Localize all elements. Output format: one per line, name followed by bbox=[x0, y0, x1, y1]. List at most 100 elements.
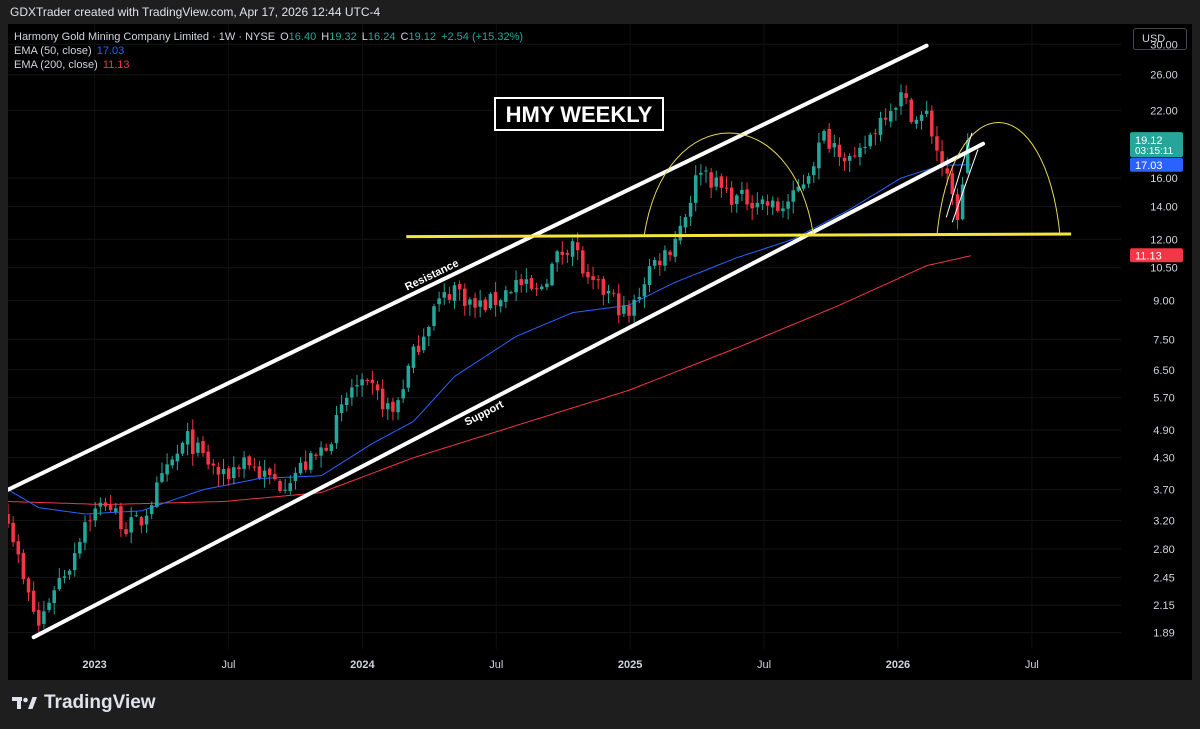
legend-high: 19.32 bbox=[329, 31, 357, 43]
candle-body bbox=[883, 117, 888, 120]
legend-ema50-row[interactable]: EMA (50, close) 17.03 bbox=[14, 45, 126, 57]
candle-body bbox=[699, 172, 703, 175]
candle-body bbox=[468, 299, 472, 305]
legend-ema50-label: EMA (50, close) bbox=[14, 45, 92, 57]
candle-body bbox=[581, 250, 585, 274]
candle-body bbox=[878, 117, 883, 135]
candle-body bbox=[160, 473, 164, 482]
right-shoulder-arc bbox=[936, 122, 1061, 236]
price-tick-label: 12.00 bbox=[1150, 234, 1178, 246]
chart-title: HMY WEEKLY bbox=[506, 102, 653, 127]
legend-symbol: Harmony Gold Mining Company Limited · 1W… bbox=[14, 31, 276, 43]
candle-body bbox=[745, 189, 749, 205]
candle-body bbox=[88, 520, 92, 522]
candle-body bbox=[914, 119, 919, 124]
candle-body bbox=[642, 284, 647, 297]
time-tick-label: 2023 bbox=[82, 659, 106, 671]
price-tick-label: 3.70 bbox=[1153, 485, 1174, 497]
candle-body bbox=[180, 442, 185, 454]
price-tick-label: 16.00 bbox=[1150, 173, 1178, 185]
candle-body bbox=[72, 553, 77, 571]
price-tick-label: 4.90 bbox=[1153, 425, 1174, 437]
candle-body bbox=[324, 447, 328, 451]
candle-body bbox=[175, 453, 180, 462]
candle-body bbox=[278, 481, 282, 491]
header-attribution: GDXTrader created with TradingView.com, … bbox=[10, 5, 381, 19]
candle-body bbox=[709, 172, 713, 188]
candle-body bbox=[714, 177, 719, 187]
candle-body bbox=[314, 454, 318, 456]
bar-countdown: 03:15:11 bbox=[1135, 146, 1174, 157]
price-tick-label: 10.50 bbox=[1150, 263, 1178, 275]
candle-body bbox=[627, 305, 631, 316]
candle-body bbox=[724, 187, 729, 189]
candle-body bbox=[945, 168, 949, 174]
candle-body bbox=[267, 468, 272, 476]
candle-body bbox=[124, 529, 128, 535]
candle-body bbox=[498, 300, 503, 307]
candle-body bbox=[119, 506, 123, 530]
candle-body bbox=[421, 336, 426, 351]
candle-body bbox=[647, 266, 652, 286]
time-tick-label: 2024 bbox=[350, 659, 375, 671]
candle-body bbox=[924, 110, 929, 114]
candle-body bbox=[873, 133, 878, 135]
candle-body bbox=[488, 293, 493, 309]
candle-body bbox=[539, 286, 544, 290]
candle-body bbox=[108, 505, 113, 510]
chart-panel[interactable]: Resistance Support 30.00 26.00 22.00 19.12 03… bbox=[8, 24, 1192, 680]
candle-body bbox=[519, 279, 523, 286]
candle-body bbox=[529, 277, 534, 289]
candle-body bbox=[663, 250, 667, 266]
price-axis[interactable]: 30.0026.0022.0019.1203:15:1117.0316.0014… bbox=[1130, 39, 1183, 640]
legend-ema200-row[interactable]: EMA (200, close) 11.13 bbox=[14, 59, 132, 71]
candle-body bbox=[863, 146, 867, 148]
candle-body bbox=[688, 202, 693, 217]
candle-body bbox=[637, 296, 642, 299]
tradingview-brand: TradingView bbox=[44, 692, 156, 713]
candle-body bbox=[735, 195, 739, 205]
candle-body bbox=[62, 576, 67, 578]
candle-body bbox=[606, 290, 611, 294]
candle-body bbox=[386, 403, 390, 410]
price-tick-label: 2.80 bbox=[1153, 544, 1174, 556]
candle-body bbox=[47, 602, 51, 610]
candle-body bbox=[894, 108, 898, 110]
time-axis[interactable]: 2023 Jul 2024 Jul 2025 Jul 2026 Jul bbox=[82, 659, 1039, 671]
tradingview-logo-icon bbox=[12, 697, 37, 709]
price-chart[interactable]: ResistanceSupport 30.0026.0022.0019.1203… bbox=[8, 24, 1192, 680]
candle-body bbox=[524, 279, 529, 284]
left-shoulder-arc bbox=[643, 132, 815, 236]
candle-body bbox=[560, 251, 565, 255]
candle-body bbox=[545, 283, 549, 288]
candle-body bbox=[139, 516, 144, 526]
candle-body bbox=[149, 505, 154, 515]
price-tick-label: 26.00 bbox=[1150, 70, 1178, 82]
candle-body bbox=[360, 379, 364, 386]
candle-body bbox=[380, 388, 385, 410]
candle-body bbox=[817, 142, 821, 169]
candle-body bbox=[232, 467, 236, 479]
price-tick-label: 6.50 bbox=[1153, 365, 1174, 377]
candle-body bbox=[201, 441, 205, 454]
candle-body bbox=[411, 346, 416, 368]
candle-body bbox=[442, 292, 447, 298]
price-tick-label: 14.00 bbox=[1150, 201, 1178, 213]
candle-body bbox=[26, 578, 31, 593]
time-tick-label: Jul bbox=[1025, 659, 1039, 671]
candle-body bbox=[196, 442, 200, 453]
legend-close: 19.12 bbox=[408, 31, 436, 43]
support-line bbox=[31, 141, 986, 640]
candle-body bbox=[760, 199, 765, 205]
candle-body bbox=[134, 515, 139, 517]
candle-body bbox=[770, 200, 775, 208]
candle-body bbox=[509, 292, 513, 294]
tradingview-logo[interactable]: TradingView bbox=[12, 692, 156, 714]
currency-button[interactable]: USD bbox=[1133, 28, 1187, 50]
price-tick-label: 2.15 bbox=[1153, 600, 1174, 612]
candle-body bbox=[370, 379, 375, 384]
legend-ema200-value: 11.13 bbox=[102, 59, 130, 71]
candle-body bbox=[309, 453, 313, 470]
candle-body bbox=[930, 110, 934, 137]
candle-body bbox=[262, 470, 267, 477]
